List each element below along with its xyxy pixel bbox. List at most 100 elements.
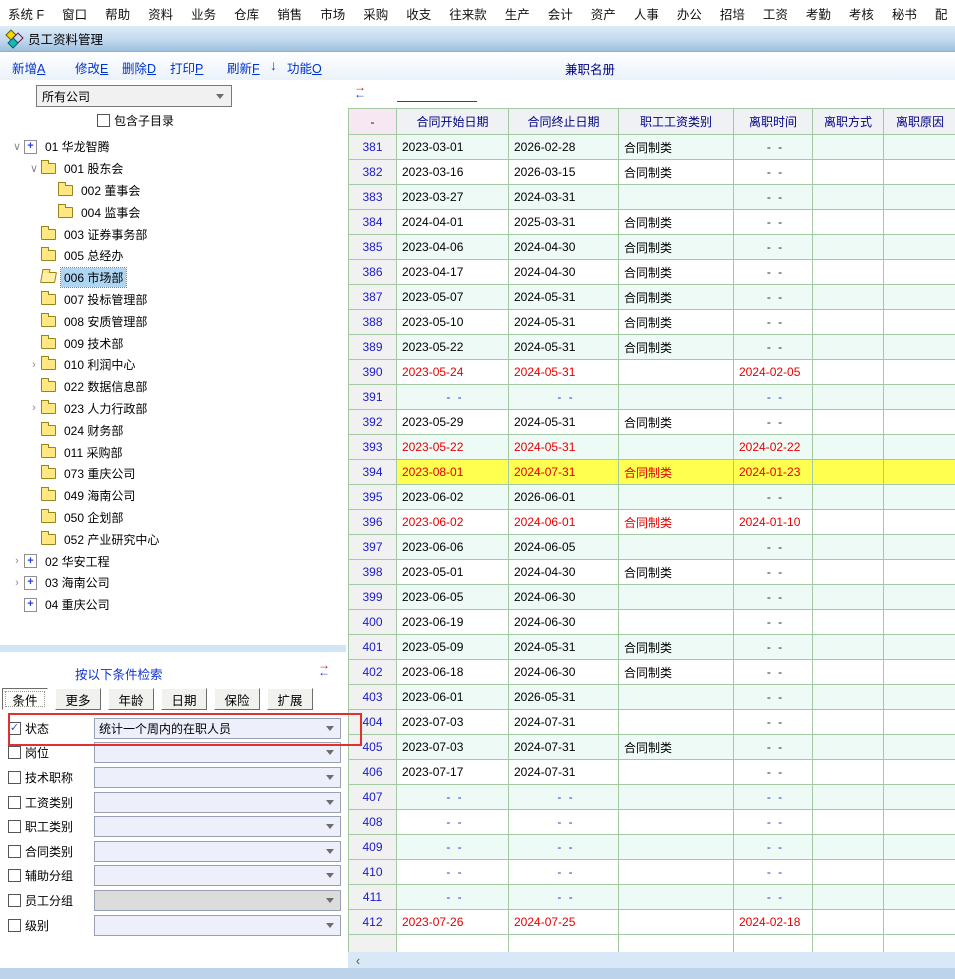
filter-dropdown[interactable] [94, 742, 341, 763]
table-cell[interactable]: 2023-06-02 [397, 485, 509, 510]
filter-dropdown[interactable] [94, 792, 341, 813]
menu-item[interactable]: 资产 [591, 4, 616, 23]
table-row[interactable]: 3842024-04-012025-03-31合同制类- - [349, 210, 955, 235]
table-cell[interactable]: 2023-07-03 [397, 710, 509, 735]
table-cell[interactable]: 2023-06-06 [397, 535, 509, 560]
row-number-cell[interactable]: 383 [349, 185, 397, 210]
table-cell[interactable] [884, 435, 955, 460]
table-cell[interactable] [813, 860, 884, 885]
table-cell[interactable] [884, 635, 955, 660]
company-select[interactable]: 所有公司 [36, 85, 232, 107]
table-cell[interactable]: 2024-06-30 [509, 585, 619, 610]
table-cell[interactable]: 2024-06-30 [509, 660, 619, 685]
table-cell[interactable]: 2026-05-31 [509, 685, 619, 710]
row-number-cell[interactable]: 402 [349, 660, 397, 685]
scroll-left-icon[interactable]: ‹ [350, 952, 366, 968]
table-row[interactable]: 3882023-05-102024-05-31合同制类- - [349, 310, 955, 335]
table-row[interactable]: 3902023-05-242024-05-312024-02-05 [349, 360, 955, 385]
include-subdir-checkbox[interactable] [97, 114, 110, 127]
column-header[interactable]: - [349, 109, 397, 135]
row-number-cell[interactable]: 384 [349, 210, 397, 235]
tree-item[interactable]: 004 监事会 [2, 201, 344, 223]
table-row[interactable]: 4002023-06-192024-06-30- - [349, 610, 955, 635]
table-cell[interactable]: 2024-05-31 [509, 310, 619, 335]
table-cell[interactable]: 合同制类 [619, 285, 734, 310]
table-cell[interactable] [884, 760, 955, 785]
table-cell[interactable] [884, 485, 955, 510]
tree-item[interactable]: 007 投标管理部 [2, 289, 344, 311]
tree-item[interactable]: 024 财务部 [2, 419, 344, 441]
table-cell[interactable] [884, 735, 955, 760]
table-cell[interactable] [619, 785, 734, 810]
table-cell[interactable]: 2023-07-26 [397, 910, 509, 935]
table-cell[interactable]: - - [397, 860, 509, 885]
table-cell[interactable] [813, 785, 884, 810]
table-cell[interactable]: 2023-06-18 [397, 660, 509, 685]
row-number-cell[interactable]: 411 [349, 885, 397, 910]
table-cell[interactable] [813, 810, 884, 835]
filter-tab[interactable]: 日期 [161, 688, 207, 710]
table-cell[interactable] [884, 810, 955, 835]
filter-dropdown[interactable] [94, 767, 341, 788]
table-cell[interactable]: 2024-04-30 [509, 560, 619, 585]
table-cell[interactable]: 2024-07-25 [509, 910, 619, 935]
tree-item[interactable]: ∨001 股东会 [2, 158, 344, 180]
menu-item[interactable]: 办公 [677, 4, 702, 23]
table-cell[interactable]: 2025-03-31 [509, 210, 619, 235]
table-cell[interactable]: 2026-02-28 [509, 135, 619, 160]
table-row[interactable]: 3922023-05-292024-05-31合同制类- - [349, 410, 955, 435]
table-cell[interactable] [813, 760, 884, 785]
table-row[interactable]: 4062023-07-172024-07-31- - [349, 760, 955, 785]
table-row[interactable]: 4052023-07-032024-07-31合同制类- - [349, 735, 955, 760]
table-cell[interactable]: 2024-04-30 [509, 235, 619, 260]
table-cell[interactable] [884, 135, 955, 160]
table-cell[interactable]: 2024-02-05 [734, 360, 813, 385]
table-cell[interactable]: 2024-07-31 [509, 710, 619, 735]
tree-item[interactable]: ›010 利润中心 [2, 354, 344, 376]
collapse-icon[interactable]: ∨ [10, 140, 24, 153]
menu-item[interactable]: 帮助 [105, 4, 130, 23]
swap-icon[interactable]: →← [354, 84, 366, 98]
table-cell[interactable] [884, 235, 955, 260]
table-cell[interactable] [884, 385, 955, 410]
table-cell[interactable] [884, 460, 955, 485]
table-row[interactable]: 407- -- -- - [349, 785, 955, 810]
menu-item[interactable]: 考核 [849, 4, 874, 23]
row-number-cell[interactable]: 396 [349, 510, 397, 535]
table-cell[interactable] [813, 260, 884, 285]
table-cell[interactable] [813, 510, 884, 535]
table-cell[interactable]: 合同制类 [619, 660, 734, 685]
row-number-cell[interactable]: 405 [349, 735, 397, 760]
row-number-cell[interactable]: 387 [349, 285, 397, 310]
table-cell[interactable] [619, 760, 734, 785]
filter-tab[interactable]: 保险 [214, 688, 260, 710]
table-cell[interactable]: 2023-06-05 [397, 585, 509, 610]
table-cell[interactable]: 合同制类 [619, 335, 734, 360]
table-cell[interactable]: 2023-03-16 [397, 160, 509, 185]
table-cell[interactable] [813, 835, 884, 860]
table-cell[interactable]: 合同制类 [619, 460, 734, 485]
table-cell[interactable] [884, 660, 955, 685]
table-cell[interactable]: - - [734, 210, 813, 235]
table-cell[interactable] [813, 735, 884, 760]
table-cell[interactable] [619, 685, 734, 710]
table-cell[interactable]: - - [734, 335, 813, 360]
table-cell[interactable] [813, 160, 884, 185]
table-cell[interactable] [884, 560, 955, 585]
table-cell[interactable] [813, 535, 884, 560]
column-header[interactable]: 职工工资类别 [619, 109, 734, 135]
horizontal-scrollbar[interactable]: ‹ [348, 952, 955, 968]
table-cell[interactable] [619, 860, 734, 885]
tree-item[interactable]: 006 市场部 [2, 267, 344, 289]
table-cell[interactable]: 2024-03-31 [509, 185, 619, 210]
table-cell[interactable]: 2026-03-15 [509, 160, 619, 185]
table-cell[interactable]: 2024-06-30 [509, 610, 619, 635]
table-cell[interactable]: 2023-05-10 [397, 310, 509, 335]
column-header[interactable]: 合同终止日期 [509, 109, 619, 135]
table-cell[interactable] [884, 335, 955, 360]
tree-item[interactable]: ›023 人力行政部 [2, 398, 344, 420]
table-row[interactable]: 3942023-08-012024-07-31合同制类2024-01-23 [349, 460, 955, 485]
column-header[interactable]: 离职方式 [813, 109, 884, 135]
table-cell[interactable] [813, 410, 884, 435]
table-cell[interactable]: - - [734, 485, 813, 510]
